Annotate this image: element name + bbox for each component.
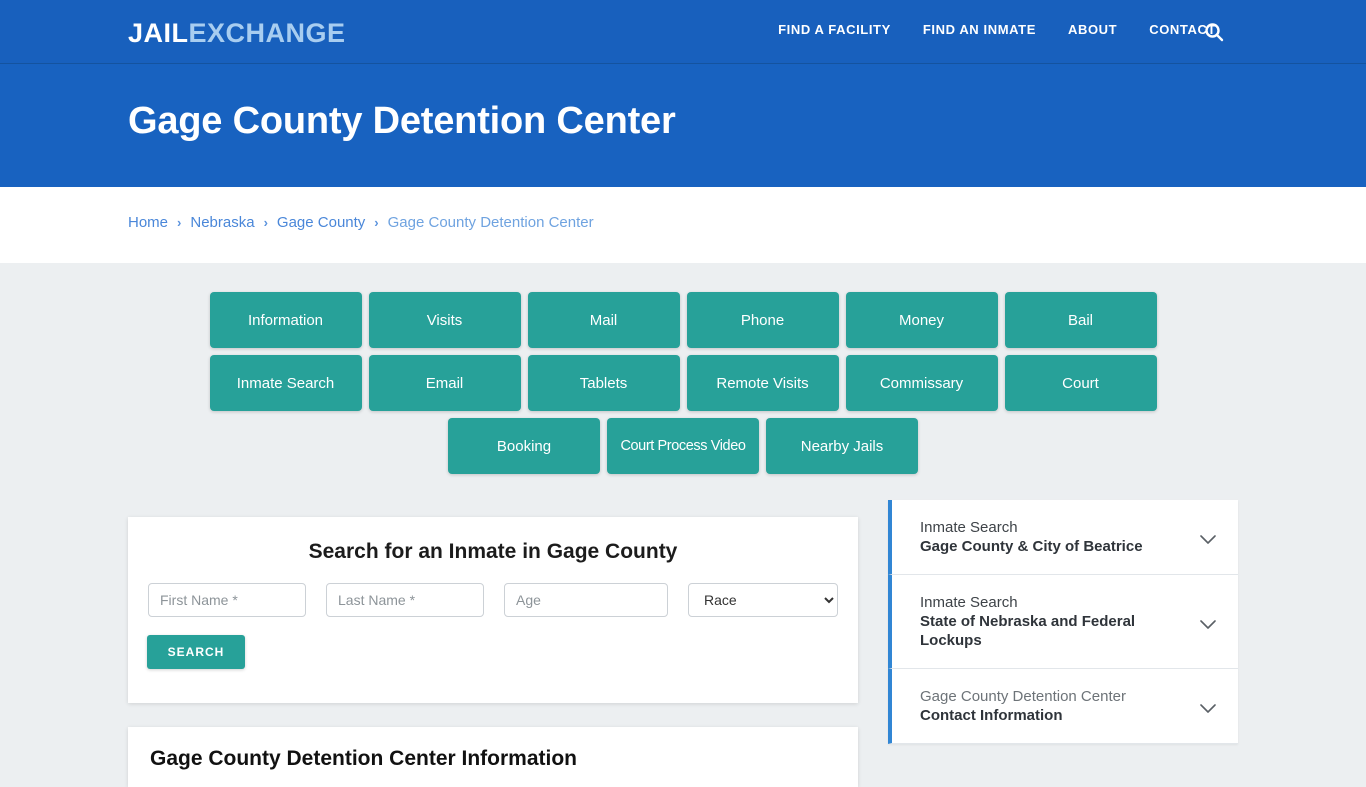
chevron-down-icon[interactable] <box>1200 532 1216 544</box>
site-logo[interactable]: JAILEXCHANGE <box>128 18 346 49</box>
search-icon[interactable] <box>1202 20 1226 44</box>
tile-button-court[interactable]: Court <box>1004 355 1157 411</box>
accordion-item-line1: Gage County Detention Center <box>920 688 1126 705</box>
tile-button-remote-visits[interactable]: Remote Visits <box>686 355 839 411</box>
chevron-right-icon: › <box>177 215 182 230</box>
nav-item-find-a-facility[interactable]: FIND A FACILITY <box>778 22 891 37</box>
nav-item-find-an-inmate[interactable]: FIND AN INMATE <box>923 22 1036 37</box>
accordion-item-line2: Contact Information <box>920 707 1063 724</box>
breadcrumb-item-nebraska[interactable]: Nebraska <box>190 214 254 231</box>
tile-button-information[interactable]: Information <box>209 292 362 348</box>
main-navigation: FIND A FACILITY FIND AN INMATE ABOUT CON… <box>778 22 1216 37</box>
accordion-item-inmate-search-state[interactable]: Inmate Search State of Nebraska and Fede… <box>888 575 1238 669</box>
tile-button-visits[interactable]: Visits <box>368 292 521 348</box>
accordion-item-line1: Inmate Search <box>920 594 1018 611</box>
race-select[interactable]: Race <box>688 583 838 617</box>
page-title: Gage County Detention Center <box>128 100 676 142</box>
facility-information-heading: Gage County Detention Center Information <box>150 747 578 770</box>
logo-secondary-text: EXCHANGE <box>188 18 346 48</box>
accordion-item-line2: State of Nebraska and Federal Lockups <box>920 613 1136 649</box>
first-name-input[interactable] <box>148 583 306 617</box>
accordion-item-line1: Inmate Search <box>920 519 1018 536</box>
tile-button-nearby-jails[interactable]: Nearby Jails <box>766 418 918 474</box>
logo-primary-text: JAIL <box>128 18 189 48</box>
facility-section-tiles: Information Visits Mail Phone Money Bail… <box>138 292 1228 474</box>
breadcrumb-item-home[interactable]: Home <box>128 214 168 231</box>
accordion-item-line2: Gage County & City of Beatrice <box>920 538 1143 555</box>
breadcrumb-item-current: Gage County Detention Center <box>387 214 594 231</box>
age-input[interactable] <box>504 583 668 617</box>
tile-button-bail[interactable]: Bail <box>1004 292 1157 348</box>
nav-item-about[interactable]: ABOUT <box>1068 22 1117 37</box>
chevron-down-icon[interactable] <box>1200 701 1216 713</box>
accordion-item-inmate-search-county[interactable]: Inmate Search Gage County & City of Beat… <box>888 500 1238 575</box>
tile-button-mail[interactable]: Mail <box>527 292 680 348</box>
tile-button-court-process-video[interactable]: Court Process Video <box>607 418 759 474</box>
tile-button-money[interactable]: Money <box>845 292 998 348</box>
facility-information-card: Gage County Detention Center Information <box>128 727 858 787</box>
accordion-item-contact-information[interactable]: Gage County Detention Center Contact Inf… <box>888 669 1238 744</box>
tile-button-tablets[interactable]: Tablets <box>527 355 680 411</box>
breadcrumb-item-gage-county[interactable]: Gage County <box>277 214 365 231</box>
page-hero: Gage County Detention Center <box>0 64 1366 187</box>
tile-button-email[interactable]: Email <box>368 355 521 411</box>
search-submit-button[interactable]: SEARCH <box>147 635 245 669</box>
tile-button-phone[interactable]: Phone <box>686 292 839 348</box>
inmate-search-card: Search for an Inmate in Gage County Race… <box>128 517 858 703</box>
chevron-right-icon: › <box>263 215 268 230</box>
site-header: JAILEXCHANGE FIND A FACILITY FIND AN INM… <box>0 0 1366 64</box>
tile-button-booking[interactable]: Booking <box>448 418 600 474</box>
chevron-right-icon: › <box>374 215 379 230</box>
tile-button-inmate-search[interactable]: Inmate Search <box>209 355 362 411</box>
inmate-search-title: Search for an Inmate in Gage County <box>308 540 678 563</box>
breadcrumb-bar: Home › Nebraska › Gage County › Gage Cou… <box>0 187 1366 263</box>
sidebar-accordion: Inmate Search Gage County & City of Beat… <box>888 500 1238 744</box>
tile-button-commissary[interactable]: Commissary <box>845 355 998 411</box>
inmate-search-form: Race <box>148 583 838 617</box>
last-name-input[interactable] <box>326 583 484 617</box>
breadcrumb: Home › Nebraska › Gage County › Gage Cou… <box>128 214 594 231</box>
chevron-down-icon[interactable] <box>1200 617 1216 629</box>
